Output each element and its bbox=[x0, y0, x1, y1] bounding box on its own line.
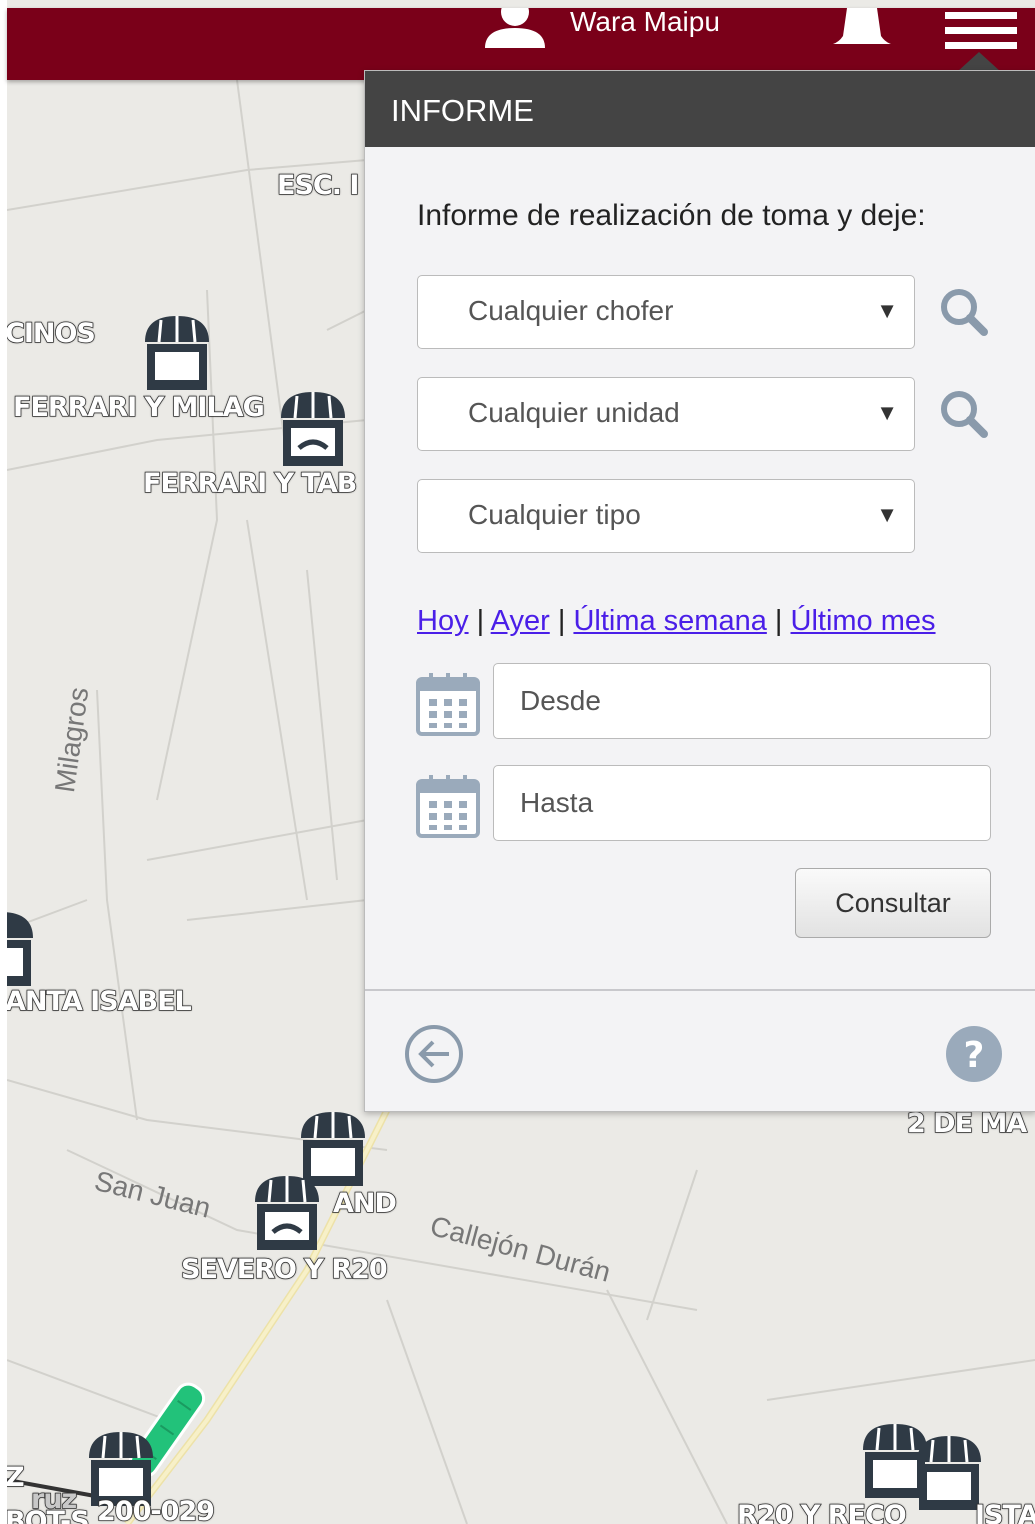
store-icon[interactable] bbox=[271, 388, 355, 472]
unit-select-value: Cualquier unidad bbox=[468, 397, 680, 428]
report-panel: INFORME Informe de realización de toma y… bbox=[364, 70, 1035, 1112]
chevron-down-icon: ▼ bbox=[876, 298, 898, 323]
search-unit-button[interactable] bbox=[937, 387, 989, 439]
menu-icon[interactable] bbox=[945, 12, 1017, 52]
separator: | bbox=[476, 605, 485, 637]
user-icon[interactable] bbox=[477, 8, 553, 50]
calendar-icon[interactable] bbox=[415, 671, 481, 737]
report-heading: Informe de realización de toma y deje: bbox=[417, 199, 926, 232]
panel-header: INFORME bbox=[365, 71, 1035, 147]
store-icon[interactable] bbox=[245, 1172, 329, 1256]
panel-pointer bbox=[957, 52, 1001, 72]
link-today[interactable]: Hoy bbox=[417, 605, 469, 637]
help-icon[interactable]: ? bbox=[945, 1025, 1003, 1083]
type-select-value: Cualquier tipo bbox=[468, 499, 641, 530]
driver-select[interactable]: Cualquier chofer ▼ bbox=[417, 275, 915, 349]
store-icon[interactable] bbox=[135, 312, 219, 396]
map-place-label: R20 Y RECO bbox=[736, 1499, 907, 1524]
back-arrow-icon[interactable] bbox=[403, 1023, 465, 1085]
map-place-label: ESC. I bbox=[276, 169, 360, 202]
map-place-label: BOT-S bbox=[7, 1505, 90, 1524]
map-place-label: FERRARI Y TAB bbox=[142, 467, 358, 500]
date-from-input[interactable] bbox=[493, 663, 991, 739]
store-icon[interactable] bbox=[7, 908, 43, 992]
search-driver-button[interactable] bbox=[937, 285, 989, 337]
map-place-label: CINOS bbox=[7, 317, 97, 350]
map-place-label: ANTA ISABEL bbox=[7, 985, 192, 1018]
date-to-input[interactable] bbox=[493, 765, 991, 841]
driver-select-value: Cualquier chofer bbox=[468, 295, 674, 326]
map-place-label: Z bbox=[7, 1461, 25, 1494]
map-place-label: ISTA bbox=[974, 1499, 1035, 1524]
svg-text:?: ? bbox=[964, 1035, 985, 1076]
chevron-down-icon: ▼ bbox=[876, 400, 898, 425]
link-yesterday[interactable]: Ayer bbox=[491, 605, 550, 637]
bell-icon[interactable] bbox=[829, 8, 895, 48]
panel-title: INFORME bbox=[391, 93, 534, 128]
map-place-label: 200-029 bbox=[96, 1495, 215, 1524]
type-select[interactable]: Cualquier tipo ▼ bbox=[417, 479, 915, 553]
chevron-down-icon: ▼ bbox=[876, 502, 898, 527]
panel-footer: ? bbox=[365, 989, 1035, 1113]
calendar-icon[interactable] bbox=[415, 773, 481, 839]
map-place-label: AND bbox=[332, 1187, 397, 1220]
user-name[interactable]: Wara Maipu bbox=[570, 6, 720, 38]
link-last-month[interactable]: Último mes bbox=[791, 605, 936, 637]
consultar-button[interactable]: Consultar bbox=[795, 868, 991, 938]
map-place-label: SEVERO Y R20 bbox=[180, 1253, 388, 1286]
unit-select[interactable]: Cualquier unidad ▼ bbox=[417, 377, 915, 451]
map-place-label: FERRARI Y MILAG bbox=[12, 391, 265, 424]
quick-range-links: Hoy | Ayer | Última semana | Último mes bbox=[417, 605, 936, 638]
link-last-week[interactable]: Última semana bbox=[573, 605, 766, 637]
separator: | bbox=[557, 605, 566, 637]
separator: | bbox=[774, 605, 783, 637]
